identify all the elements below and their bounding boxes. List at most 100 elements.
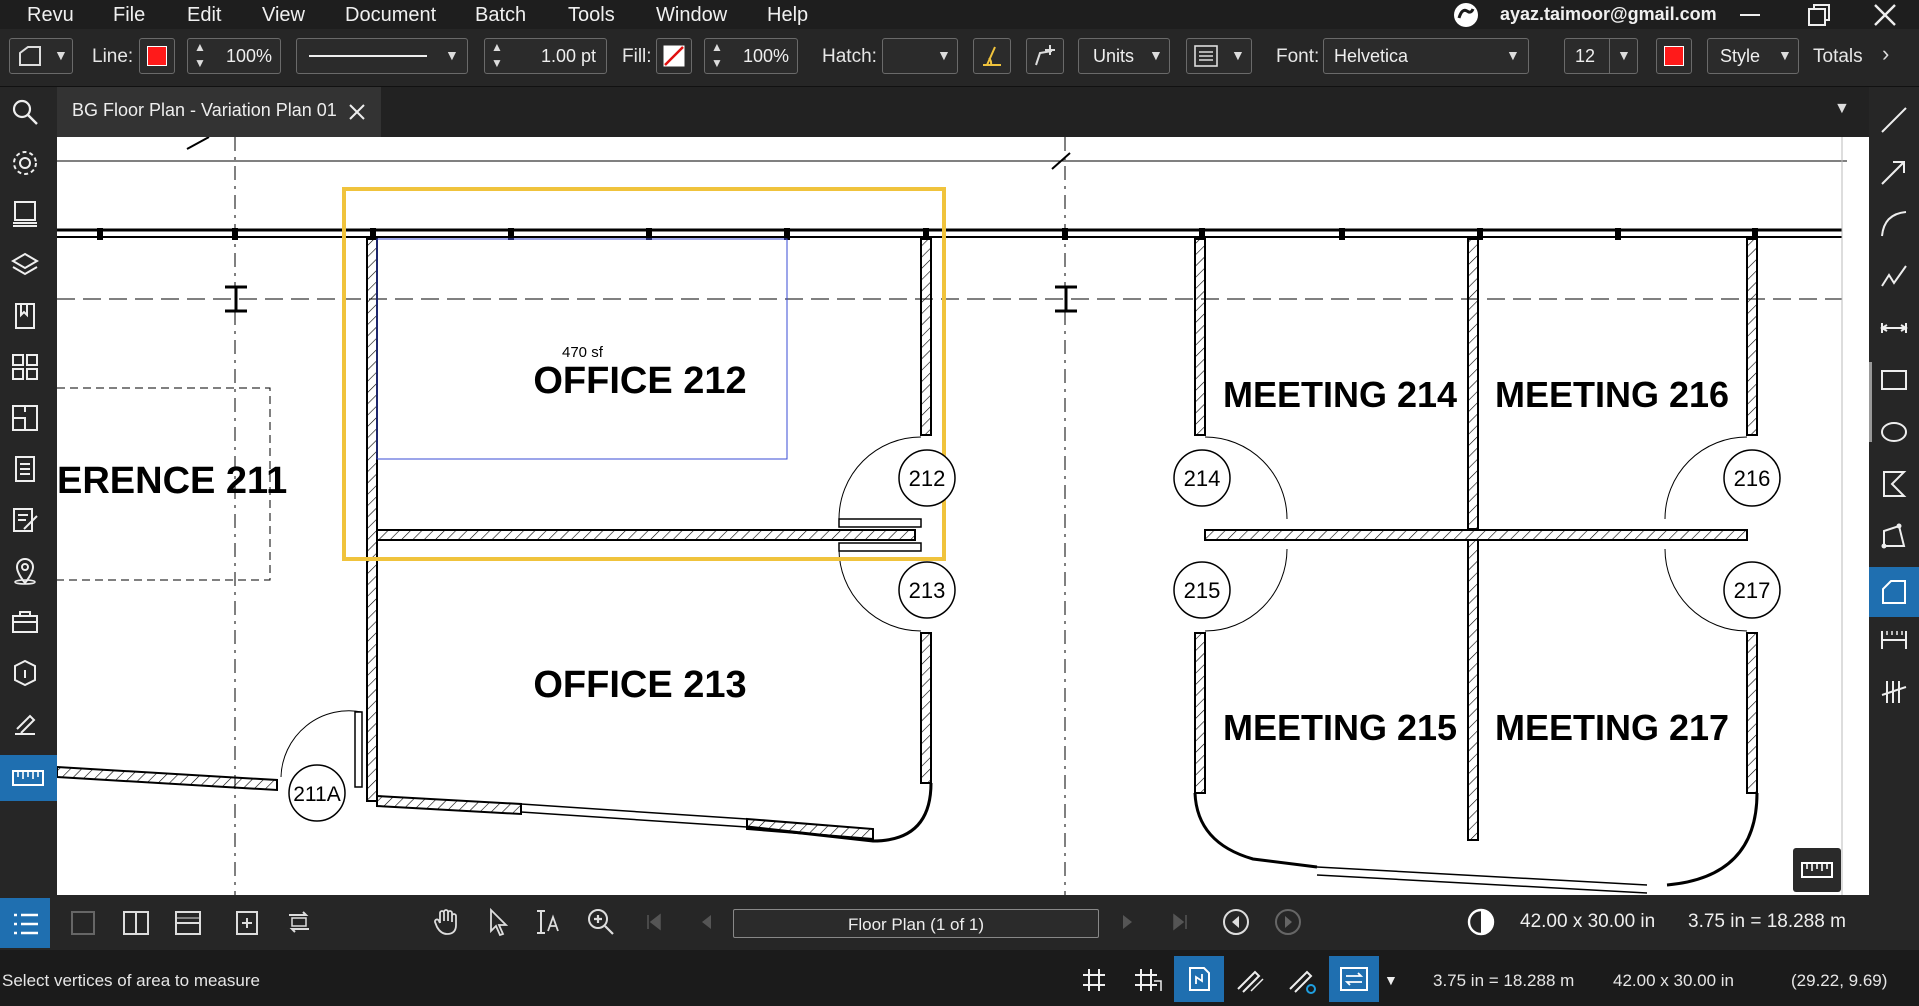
contrast-icon[interactable] [1467, 908, 1495, 936]
count-measure-icon[interactable] [1879, 677, 1909, 707]
menu-window[interactable]: Window [656, 4, 727, 27]
add-vertex-button[interactable] [1026, 38, 1064, 74]
next-page-icon[interactable] [1118, 912, 1138, 932]
line-width-stepper[interactable]: ▲ ▼ 1.00 pt [484, 38, 607, 74]
arc-tool-icon[interactable] [1879, 209, 1909, 239]
sync-views-toggle[interactable] [1329, 956, 1379, 1002]
single-page-icon[interactable] [70, 910, 96, 936]
grid-icon[interactable] [1081, 967, 1107, 993]
minimize-icon[interactable] [1738, 4, 1762, 26]
stepper-down-icon[interactable]: ▼ [194, 56, 206, 70]
signature-icon[interactable] [10, 709, 40, 739]
polygon-tool-icon[interactable] [1879, 469, 1909, 499]
polyline-tool-icon[interactable] [1879, 261, 1909, 291]
snap-to-grid-icon[interactable] [1133, 967, 1163, 993]
chevron-down-icon[interactable]: ▼ [1384, 972, 1398, 988]
panels-toggle-button[interactable] [0, 898, 50, 948]
restore-icon[interactable] [1806, 2, 1832, 28]
layers-icon[interactable] [10, 250, 40, 280]
drawing-canvas[interactable]: 470 sf OFFICE 212 OFFICE 213 ERENCE 211 … [57, 137, 1869, 895]
account-logo-icon[interactable] [1453, 2, 1479, 28]
last-page-icon[interactable] [1170, 912, 1190, 932]
menu-file[interactable]: File [113, 4, 145, 27]
style-dropdown[interactable]: Style ▼ [1707, 38, 1799, 74]
arrow-tool-icon[interactable] [1879, 157, 1909, 187]
previous-view-icon[interactable] [1222, 908, 1250, 936]
next-view-icon[interactable] [1274, 908, 1302, 936]
units-dropdown[interactable]: Units ▼ [1078, 38, 1170, 74]
wall [1467, 539, 1479, 841]
menu-help[interactable]: Help [767, 4, 808, 27]
fill-color-picker[interactable] [656, 38, 692, 74]
forms-icon[interactable] [10, 505, 40, 535]
spaces-icon[interactable] [10, 403, 40, 433]
split-vertical-icon[interactable] [122, 910, 150, 936]
length-measure-icon[interactable] [1879, 625, 1909, 655]
dimension-tool-icon[interactable] [1879, 313, 1909, 343]
grid-view-icon[interactable] [10, 352, 40, 382]
stepper-up-icon[interactable]: ▲ [194, 40, 206, 54]
compare-icon[interactable] [286, 909, 312, 937]
rectangle-tool-icon[interactable] [1879, 365, 1909, 395]
snap-to-content-toggle[interactable] [1174, 956, 1224, 1002]
menu-revu[interactable]: Revu [27, 4, 74, 27]
stepper-up-icon[interactable]: ▲ [491, 40, 503, 54]
line-opacity-stepper[interactable]: ▲ ▼ 100% [187, 38, 281, 74]
menu-tools[interactable]: Tools [568, 4, 615, 27]
reuse-markup-icon[interactable] [1287, 965, 1317, 995]
thumbnails-icon[interactable] [10, 199, 40, 229]
text-color-picker[interactable] [1656, 38, 1692, 74]
tab-list-chevron-icon[interactable]: ▼ [1834, 100, 1850, 118]
stepper-down-icon[interactable]: ▼ [491, 56, 503, 70]
toolbox-icon[interactable] [10, 607, 40, 637]
search-icon[interactable] [10, 97, 40, 127]
select-arrow-icon[interactable] [486, 907, 510, 937]
close-tab-icon[interactable] [347, 102, 367, 122]
stepper-up-icon[interactable]: ▲ [711, 40, 723, 54]
location-pin-icon[interactable] [10, 556, 40, 586]
font-size-dropdown[interactable]: 12 ▼ [1564, 38, 1638, 74]
previous-page-icon[interactable] [696, 912, 716, 932]
ellipse-tool-icon[interactable] [1879, 417, 1909, 447]
document-tab[interactable]: BG Floor Plan - Variation Plan 01 [57, 87, 381, 137]
text-select-icon[interactable] [534, 907, 562, 937]
measurements-tab[interactable] [0, 755, 57, 801]
sync-icon[interactable] [234, 909, 260, 937]
line-style-dropdown[interactable]: ▼ [296, 38, 468, 74]
menu-view[interactable]: View [262, 4, 305, 27]
split-horizontal-icon[interactable] [174, 910, 202, 936]
markups-list-icon[interactable] [10, 454, 40, 484]
totals-button[interactable]: Totals [1813, 46, 1863, 68]
perimeter-tool-icon[interactable] [1879, 521, 1909, 551]
properties-icon[interactable] [10, 658, 40, 688]
tool-preset-dropdown[interactable]: ▼ [9, 38, 73, 74]
right-rail-scroll-indicator[interactable] [1869, 362, 1872, 442]
menu-edit[interactable]: Edit [187, 4, 221, 27]
line-tool-icon[interactable] [1879, 105, 1909, 135]
close-window-icon[interactable] [1872, 2, 1898, 28]
menu-document[interactable]: Document [345, 4, 436, 27]
gear-icon[interactable] [10, 148, 40, 178]
snap-toggle-button[interactable] [973, 38, 1011, 74]
bookmarks-icon[interactable] [10, 301, 40, 331]
hatch-dropdown[interactable]: ▼ [882, 38, 958, 74]
menu-batch[interactable]: Batch [475, 4, 526, 27]
stepper-down-icon[interactable]: ▼ [711, 56, 723, 70]
wall [920, 238, 932, 436]
text-align-icon [1194, 45, 1218, 67]
line-color-picker[interactable] [139, 38, 175, 74]
account-email[interactable]: ayaz.taimoor@gmail.com [1500, 4, 1717, 25]
measure-floating-button[interactable] [1793, 848, 1841, 892]
font-label: Font: [1276, 46, 1320, 67]
page-selector[interactable]: Floor Plan (1 of 1) [733, 909, 1099, 938]
text-align-dropdown[interactable]: ▼ [1186, 38, 1252, 74]
snap-to-markup-icon[interactable] [1235, 965, 1265, 995]
chevron-right-icon[interactable]: › [1882, 41, 1889, 67]
first-page-icon[interactable] [644, 912, 664, 932]
zoom-icon[interactable] [586, 907, 616, 937]
pan-hand-icon[interactable] [432, 907, 460, 937]
status-scale: 3.75 in = 18.288 m [1433, 971, 1575, 990]
fill-opacity-stepper[interactable]: ▲ ▼ 100% [704, 38, 798, 74]
font-dropdown[interactable]: Helvetica ▼ [1323, 38, 1529, 74]
area-measure-tool[interactable] [1869, 567, 1919, 617]
